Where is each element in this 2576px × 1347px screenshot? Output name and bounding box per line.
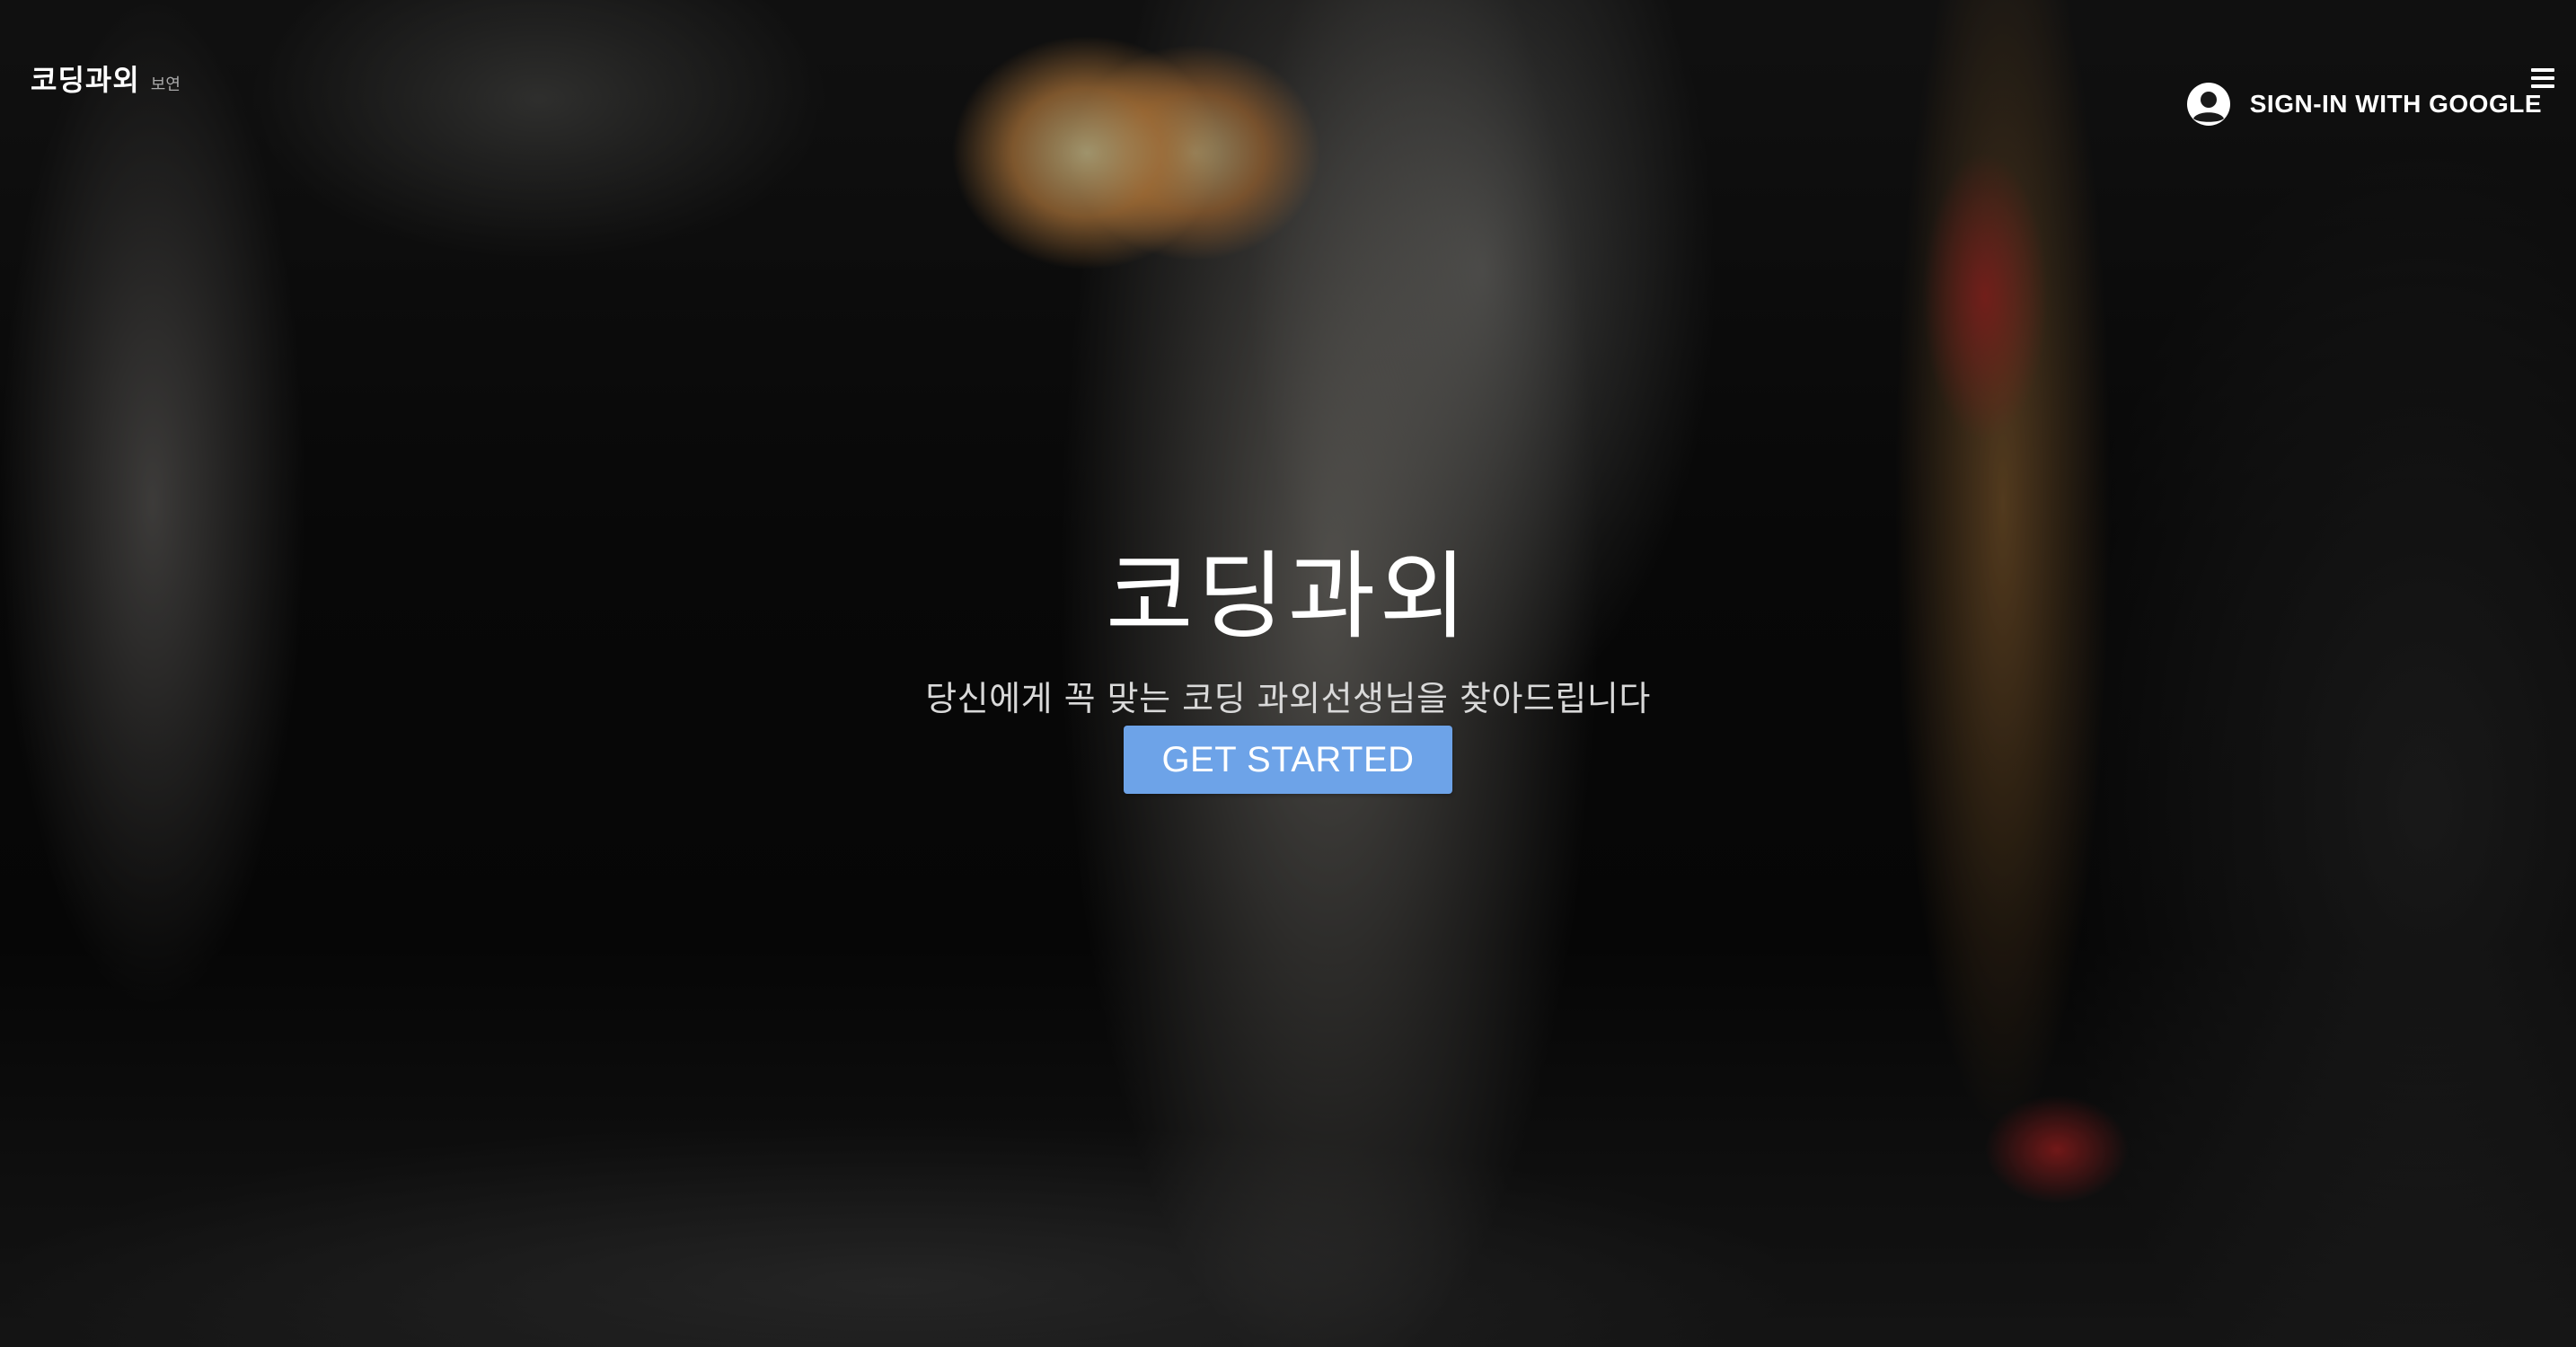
hero-subtitle: 당신에게 꼭 맞는 코딩 과외선생님을 찾아드립니다 xyxy=(925,679,1651,718)
account-circle-icon xyxy=(2182,83,2236,126)
brand-subtitle: 보연 xyxy=(150,75,181,94)
brand[interactable]: 코딩과외 보연 xyxy=(31,57,181,99)
sign-in-with-google-button[interactable]: SIGN-IN WITH GOOGLE xyxy=(2182,83,2542,126)
hero-title: 코딩과외 xyxy=(1105,541,1471,652)
hero-section: 코딩과외 당신에게 꼭 맞는 코딩 과외선생님을 찾아드립니다 GET STAR… xyxy=(0,539,2576,794)
sign-in-label: SIGN-IN WITH GOOGLE xyxy=(2249,90,2542,118)
get-started-button[interactable]: GET STARTED xyxy=(1124,726,1452,794)
landing-page: 코딩과외 보연 SIGN-IN WITH GOOGLE 코딩과외 당신에게 꼭 … xyxy=(0,0,2576,1347)
brand-name[interactable]: 코딩과외 xyxy=(31,57,140,99)
